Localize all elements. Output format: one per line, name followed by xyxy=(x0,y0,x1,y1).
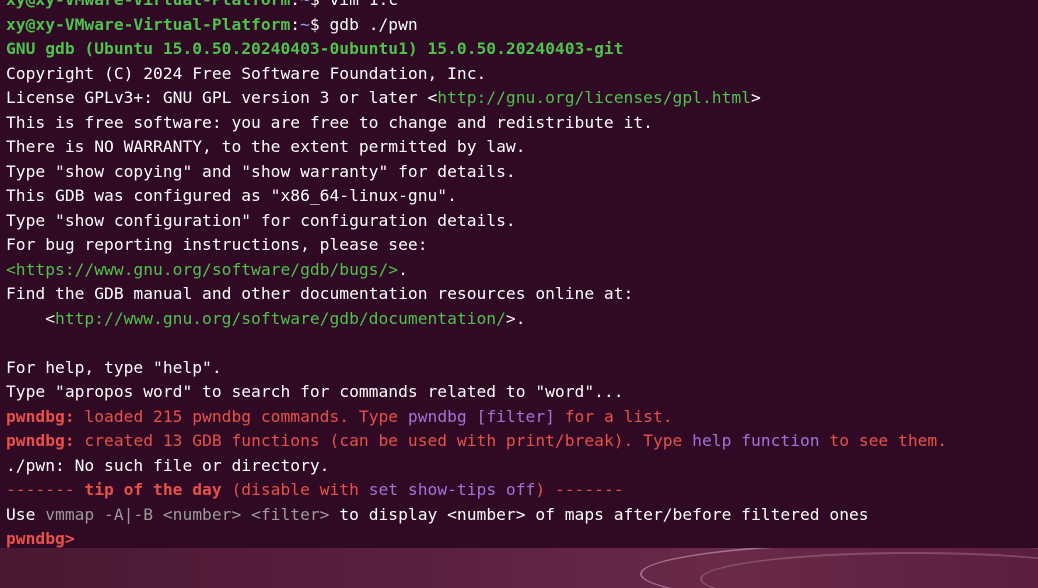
terminal-text-span: ~ xyxy=(300,14,310,34)
terminal-text-span: Type "show copying" and "show warranty" … xyxy=(6,161,516,181)
terminal-text-span: For help, type "help". xyxy=(6,357,222,377)
terminal-text-span: http://gnu.org/licenses/gpl.html xyxy=(437,88,751,107)
terminal-line: ------- tip of the day (disable with set… xyxy=(6,478,1038,503)
terminal-text-span: License GPLv3+: GNU GPL version 3 or lat… xyxy=(6,88,438,107)
terminal-text-span: Copyright (C) 2024 Free Software Foundat… xyxy=(6,63,487,83)
terminal-line: For bug reporting instructions, please s… xyxy=(6,233,1038,258)
terminal-text-span: to display <number> of maps after/before… xyxy=(329,504,869,524)
terminal-text-span: ) ------- xyxy=(535,480,624,499)
terminal-text-span: http://www.gnu.org/software/gdb/document… xyxy=(55,308,506,328)
terminal-line: pwndbg> xyxy=(6,527,1038,548)
terminal-text-span: $ vim 1.c xyxy=(310,0,398,9)
terminal-text-span: pwndbg: xyxy=(6,431,75,450)
terminal-text-span: pwndbg: xyxy=(6,406,75,426)
terminal-text-span: xy@xy-VMware-Virtual-Platform xyxy=(6,14,291,34)
terminal-window[interactable]: xy@xy-VMware-Virtual-Platform:~$ vim 1.c… xyxy=(0,0,1038,548)
terminal-text-span: Use xyxy=(6,504,46,524)
terminal-text-span: for a list. xyxy=(554,406,673,426)
terminal-text-span: pwndbg [filter] xyxy=(407,406,555,426)
terminal-text-span: > xyxy=(750,88,761,107)
terminal-line: Type "apropos word" to search for comman… xyxy=(6,380,1038,405)
terminal-line: Type "show copying" and "show warranty" … xyxy=(6,160,1038,185)
terminal-line: Use vmmap -A|-B <number> <filter> to dis… xyxy=(6,503,1038,528)
terminal-text-span: : xyxy=(290,14,301,34)
terminal-text-span: Find the GDB manual and other documentat… xyxy=(6,284,634,303)
terminal-text-span: < xyxy=(6,308,56,328)
terminal-text-span: >. xyxy=(505,308,526,328)
terminal-text-span: $ gdb ./pwn xyxy=(309,14,418,34)
terminal-text-span: tip of the day xyxy=(84,480,222,499)
terminal-text-span: . xyxy=(398,259,408,279)
terminal-line: xy@xy-VMware-Virtual-Platform:~$ vim 1.c xyxy=(6,0,1038,13)
terminal-text-span: (disable with xyxy=(221,480,369,499)
terminal-text-span: created 13 GDB functions (can be used wi… xyxy=(74,431,693,450)
terminal-text-span: For bug reporting instructions, please s… xyxy=(6,235,428,254)
terminal-line: License GPLv3+: GNU GPL version 3 or lat… xyxy=(6,86,1038,111)
terminal-text-span: GNU gdb (Ubuntu 15.0.50.20240403-0ubuntu… xyxy=(6,39,624,58)
terminal-text-span: to see them. xyxy=(819,431,948,450)
terminal-line: This GDB was configured as "x86_64-linux… xyxy=(6,184,1038,209)
terminal-line: This is free software: you are free to c… xyxy=(6,111,1038,136)
terminal-text-span: xy@xy-VMware-Virtual-Platform xyxy=(6,0,290,9)
terminal-text-span: ~ xyxy=(300,0,310,9)
terminal-text-span: ./pwn: No such file or directory. xyxy=(6,455,330,475)
terminal-line: pwndbg: loaded 215 pwndbg commands. Type… xyxy=(6,405,1038,430)
terminal-line: Copyright (C) 2024 Free Software Foundat… xyxy=(6,62,1038,87)
terminal-text-span: pwndbg> xyxy=(6,529,75,548)
terminal-line: <https://www.gnu.org/software/gdb/bugs/>… xyxy=(6,258,1038,283)
terminal-text-span: Type "apropos word" to search for comman… xyxy=(6,382,624,401)
terminal-line: Find the GDB manual and other documentat… xyxy=(6,282,1038,307)
terminal-line: <http://www.gnu.org/software/gdb/documen… xyxy=(6,307,1038,332)
terminal-line: ./pwn: No such file or directory. xyxy=(6,454,1038,479)
terminal-text-span: help function xyxy=(692,431,820,450)
terminal-text-span: There is NO WARRANTY, to the extent perm… xyxy=(6,137,526,156)
terminal-text-span: This is free software: you are free to c… xyxy=(6,112,653,132)
terminal-text-span: ------- xyxy=(6,480,85,499)
terminal-text-span: : xyxy=(290,0,300,9)
terminal-text-span xyxy=(75,529,85,548)
terminal-text-span: vmmap -A|-B <number> <filter> xyxy=(45,504,330,524)
desktop-wallpaper xyxy=(0,548,1038,588)
terminal-text-span: <https://www.gnu.org/software/gdb/bugs/> xyxy=(6,259,399,279)
terminal-line: Type "show configuration" for configurat… xyxy=(6,209,1038,234)
terminal-text-span: loaded 215 pwndbg commands. Type xyxy=(74,406,408,426)
terminal-text-span: set show-tips off xyxy=(368,480,536,499)
terminal-line: pwndbg: created 13 GDB functions (can be… xyxy=(6,429,1038,454)
terminal-output: xy@xy-VMware-Virtual-Platform:~$ vim 1.c… xyxy=(6,0,1038,548)
terminal-line: GNU gdb (Ubuntu 15.0.50.20240403-0ubuntu… xyxy=(6,37,1038,62)
terminal-line: For help, type "help". xyxy=(6,356,1038,381)
terminal-line: There is NO WARRANTY, to the extent perm… xyxy=(6,135,1038,160)
terminal-line: xy@xy-VMware-Virtual-Platform:~$ gdb ./p… xyxy=(6,13,1038,38)
terminal-text-span: Type "show configuration" for configurat… xyxy=(6,210,516,230)
terminal-text-span: This GDB was configured as "x86_64-linux… xyxy=(6,186,457,205)
